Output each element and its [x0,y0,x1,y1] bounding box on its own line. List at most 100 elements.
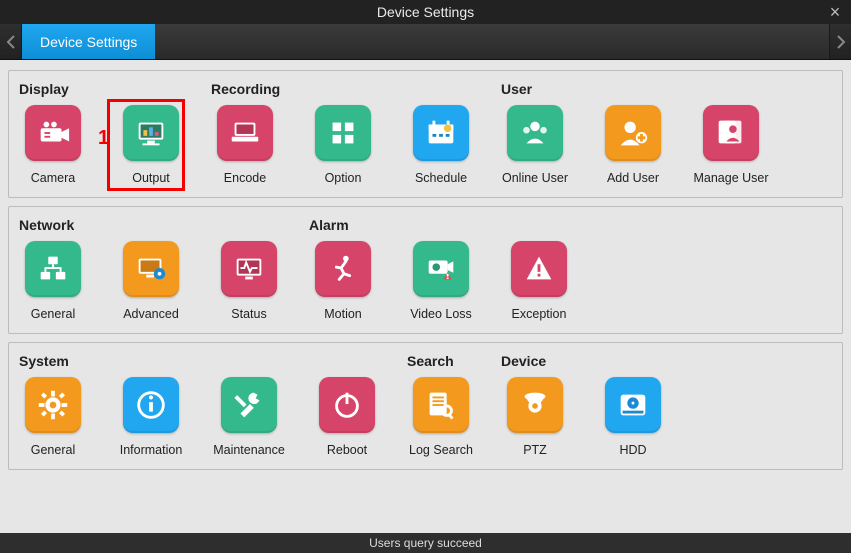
warn-icon [511,241,567,297]
section-row-1: Display CameraOutput1 Recording EncodeOp… [8,70,843,198]
item-status[interactable]: Status [215,241,283,321]
user-items: Online User Add User Manage User [501,105,765,185]
recording-items: Encode Option Schedule [211,105,475,185]
group-title-alarm: Alarm [309,217,573,233]
item-schedule[interactable]: Schedule [407,105,475,185]
grid-icon [315,105,371,161]
ptz-icon [507,377,563,433]
tools-icon [221,377,277,433]
item-label: Log Search [409,443,473,457]
info-icon [123,377,179,433]
item-label: HDD [619,443,646,457]
chevron-right-icon [836,35,846,49]
item-motion[interactable]: Motion [309,241,377,321]
item-label: Maintenance [213,443,285,457]
item-label: Information [120,443,183,457]
camera-icon [25,105,81,161]
item-information[interactable]: Information [117,377,185,457]
manageuser-icon [703,105,759,161]
item-maintenance[interactable]: Maintenance [215,377,283,457]
item-sys-general[interactable]: General [19,377,87,457]
item-option[interactable]: Option [309,105,377,185]
tab-device-settings[interactable]: Device Settings [22,24,155,59]
tab-nav-left[interactable] [0,24,22,59]
group-user: User Online User Add User Manage User [501,79,765,185]
gearmonitor-icon [123,241,179,297]
chevron-left-icon [6,35,16,49]
item-net-general[interactable]: General [19,241,87,321]
group-system: System General Information Maintenance Rebo… [19,351,381,457]
item-output[interactable]: Output1 [117,105,185,185]
statusbar: Users query succeed [0,533,851,553]
item-ptz[interactable]: PTZ [501,377,569,457]
laptop-icon [217,105,273,161]
content-area: Display CameraOutput1 Recording EncodeOp… [0,60,851,533]
group-title-user: User [501,81,765,97]
group-title-search: Search [407,353,475,369]
gear-icon [25,377,81,433]
item-label: Option [325,171,362,185]
tab-nav-right[interactable] [829,24,851,59]
device-items: PTZ HDD [501,377,667,457]
item-label: Online User [502,171,568,185]
group-device: Device PTZ HDD [501,351,667,457]
status-text: Users query succeed [369,536,482,550]
item-label: Manage User [693,171,768,185]
item-label: Schedule [415,171,467,185]
close-button[interactable]: × [823,0,847,24]
item-label: Output [132,171,170,185]
adduser-icon [605,105,661,161]
item-add-user[interactable]: Add User [599,105,667,185]
section-row-2: Network General Advanced Status Alarm Moti… [8,206,843,334]
titlebar: Device Settings × [0,0,851,24]
item-label: Reboot [327,443,367,457]
tab-label: Device Settings [40,34,137,50]
group-display: Display CameraOutput1 [19,79,185,185]
system-items: General Information Maintenance Reboot [19,377,381,457]
item-label: General [31,307,75,321]
logsearch-icon [413,377,469,433]
group-recording: Recording Encode Option Schedule [211,79,475,185]
device-settings-window: Device Settings × Device Settings Displa… [0,0,851,553]
item-online-user[interactable]: Online User [501,105,569,185]
item-label: Video Loss [410,307,472,321]
item-label: Camera [31,171,75,185]
item-label: Add User [607,171,659,185]
item-label: Status [231,307,266,321]
item-label: General [31,443,75,457]
network-items: General Advanced Status [19,241,283,321]
power-icon [319,377,375,433]
item-label: Exception [512,307,567,321]
group-title-recording: Recording [211,81,475,97]
camwarn-icon [413,241,469,297]
item-reboot[interactable]: Reboot [313,377,381,457]
item-label: Encode [224,171,266,185]
item-manage-user[interactable]: Manage User [697,105,765,185]
group-title-network: Network [19,217,283,233]
alarm-items: Motion Video Loss Exception [309,241,573,321]
users-icon [507,105,563,161]
hdd-icon [605,377,661,433]
run-icon [315,241,371,297]
network-icon [25,241,81,297]
highlight-number: 1 [98,127,109,150]
group-search: Search Log Search [407,351,475,457]
item-hdd[interactable]: HDD [599,377,667,457]
group-title-device: Device [501,353,667,369]
close-icon: × [830,2,841,22]
group-network: Network General Advanced Status [19,215,283,321]
tabbar: Device Settings [0,24,851,60]
monitor-icon [123,105,179,161]
item-exception[interactable]: Exception [505,241,573,321]
item-advanced[interactable]: Advanced [117,241,185,321]
group-alarm: Alarm Motion Video Loss Exception [309,215,573,321]
search-items: Log Search [407,377,475,457]
group-title-system: System [19,353,381,369]
item-log-search[interactable]: Log Search [407,377,475,457]
item-video-loss[interactable]: Video Loss [407,241,475,321]
display-items: CameraOutput1 [19,105,185,185]
calendar-icon [413,105,469,161]
item-encode[interactable]: Encode [211,105,279,185]
item-label: Motion [324,307,362,321]
item-camera[interactable]: Camera [19,105,87,185]
